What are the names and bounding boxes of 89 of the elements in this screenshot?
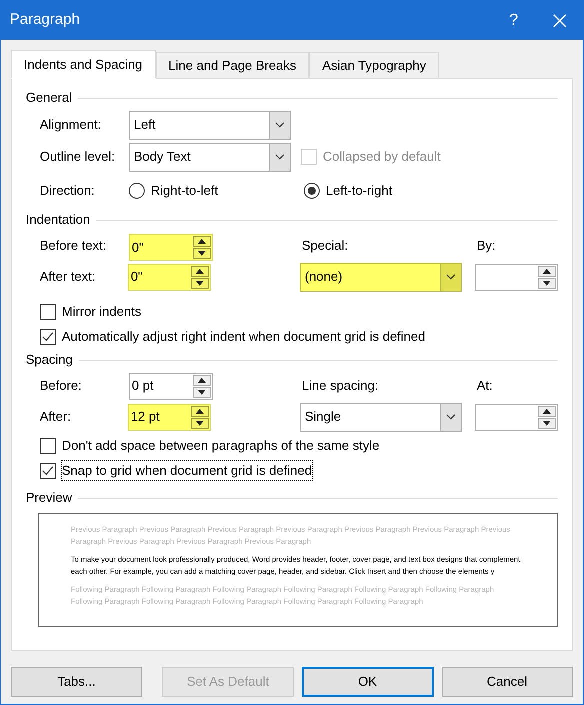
field-label: After: bbox=[40, 408, 72, 426]
spin-up-button[interactable] bbox=[191, 406, 209, 416]
spin-down-button[interactable] bbox=[538, 418, 556, 428]
spin-value: 0 pt bbox=[131, 377, 155, 396]
section-heading: Indentation bbox=[26, 211, 90, 230]
spin-down-button[interactable] bbox=[191, 278, 209, 288]
field-label: Alignment: bbox=[40, 116, 102, 134]
help-button[interactable]: ? bbox=[491, 1, 537, 40]
radio-button[interactable] bbox=[304, 183, 320, 199]
spin-field[interactable]: 0 pt bbox=[129, 372, 213, 400]
checkbox[interactable] bbox=[40, 304, 56, 320]
up-arrow-icon bbox=[198, 239, 206, 244]
radio-button[interactable] bbox=[129, 183, 145, 199]
spin-field[interactable] bbox=[475, 264, 558, 290]
spin-value: 0" bbox=[130, 268, 144, 286]
checkbox[interactable] bbox=[40, 438, 56, 454]
field-label: After text: bbox=[40, 268, 97, 286]
radio-label: Right-to-left bbox=[151, 182, 218, 200]
checkbox-label: Mirror indents bbox=[62, 302, 142, 321]
dropdown[interactable]: (none) bbox=[300, 262, 462, 292]
field-label: Before: bbox=[40, 377, 83, 396]
field-label: Direction: bbox=[40, 182, 96, 200]
spin-up-button[interactable] bbox=[191, 266, 209, 276]
chevron-down-icon bbox=[446, 274, 456, 280]
spin-value: 12 pt bbox=[130, 408, 161, 426]
dropdown-value: Single bbox=[304, 408, 342, 426]
field-label: Line spacing: bbox=[302, 378, 379, 393]
spin-up-button[interactable] bbox=[538, 266, 556, 276]
checkbox-label: Snap to grid when document grid is defined bbox=[62, 460, 312, 480]
up-arrow-icon bbox=[198, 378, 206, 382]
down-arrow-icon bbox=[198, 390, 206, 394]
radio-label: Left-to-right bbox=[326, 182, 392, 200]
window-title: Paragraph bbox=[9, 10, 82, 30]
spin-up-button[interactable] bbox=[538, 406, 556, 416]
up-arrow-icon bbox=[543, 268, 551, 274]
down-arrow-icon bbox=[198, 251, 206, 256]
spin-field[interactable] bbox=[475, 404, 558, 430]
spin-up-button[interactable] bbox=[193, 236, 211, 247]
down-arrow-icon bbox=[543, 280, 551, 286]
spin-down-button[interactable] bbox=[193, 248, 211, 259]
dialog-button[interactable]: Tabs... bbox=[11, 667, 142, 697]
field-label: Before text: bbox=[40, 237, 108, 256]
spin-up-button[interactable] bbox=[193, 374, 211, 386]
dropdown-arrow-button[interactable] bbox=[440, 404, 461, 430]
checkbox-label: Automatically adjust right indent when document grid is defined bbox=[62, 328, 426, 346]
spin-field[interactable]: 12 pt bbox=[128, 404, 211, 430]
checkbox-label: Don't add space between paragraphs of the same style bbox=[62, 436, 380, 455]
spin-value: 0" bbox=[131, 238, 145, 257]
dropdown[interactable]: Single bbox=[300, 402, 462, 432]
checkmark-icon bbox=[42, 466, 54, 476]
up-arrow-icon bbox=[196, 268, 204, 274]
close-icon bbox=[553, 14, 567, 28]
dialog-button[interactable]: Cancel bbox=[442, 667, 573, 697]
field-label: By: bbox=[477, 238, 496, 253]
section-heading: General bbox=[26, 89, 72, 108]
chevron-down-icon bbox=[275, 122, 285, 128]
spin-field[interactable]: 0" bbox=[129, 234, 213, 261]
spin-down-button[interactable] bbox=[191, 418, 209, 428]
field-label: Special: bbox=[302, 238, 348, 253]
dialog-button[interactable]: OK bbox=[302, 667, 434, 697]
dropdown[interactable]: Left bbox=[129, 110, 291, 140]
dropdown-arrow-button[interactable] bbox=[269, 112, 290, 138]
tab[interactable]: Indents and Spacing bbox=[11, 50, 156, 79]
down-arrow-icon bbox=[196, 420, 204, 426]
chevron-down-icon bbox=[275, 154, 285, 160]
section-heading: Spacing bbox=[26, 351, 73, 370]
spin-down-button[interactable] bbox=[193, 386, 211, 398]
up-arrow-icon bbox=[543, 408, 551, 414]
up-arrow-icon bbox=[196, 408, 204, 414]
section-heading: Preview bbox=[26, 489, 72, 508]
down-arrow-icon bbox=[543, 420, 551, 426]
dropdown-arrow-button[interactable] bbox=[440, 264, 461, 290]
spin-field[interactable]: 0" bbox=[128, 264, 211, 290]
dropdown-value: Left bbox=[133, 116, 157, 134]
down-arrow-icon bbox=[196, 280, 204, 286]
checkbox[interactable] bbox=[40, 462, 56, 478]
tab[interactable]: Asian Typography bbox=[309, 52, 440, 78]
checkbox[interactable] bbox=[40, 328, 56, 344]
dropdown[interactable]: Body Text bbox=[129, 142, 291, 172]
field-label: At: bbox=[477, 377, 493, 396]
tab[interactable]: Line and Page Breaks bbox=[156, 52, 310, 78]
dropdown-value: (none) bbox=[304, 268, 344, 286]
spin-down-button[interactable] bbox=[538, 278, 556, 288]
dropdown-arrow-button[interactable] bbox=[269, 144, 290, 170]
field-label: Outline level: bbox=[40, 148, 116, 166]
chevron-down-icon bbox=[446, 414, 456, 420]
dropdown-value: Body Text bbox=[133, 148, 192, 166]
checkbox-label: Collapsed by default bbox=[323, 148, 441, 166]
checkmark-icon bbox=[42, 332, 54, 342]
